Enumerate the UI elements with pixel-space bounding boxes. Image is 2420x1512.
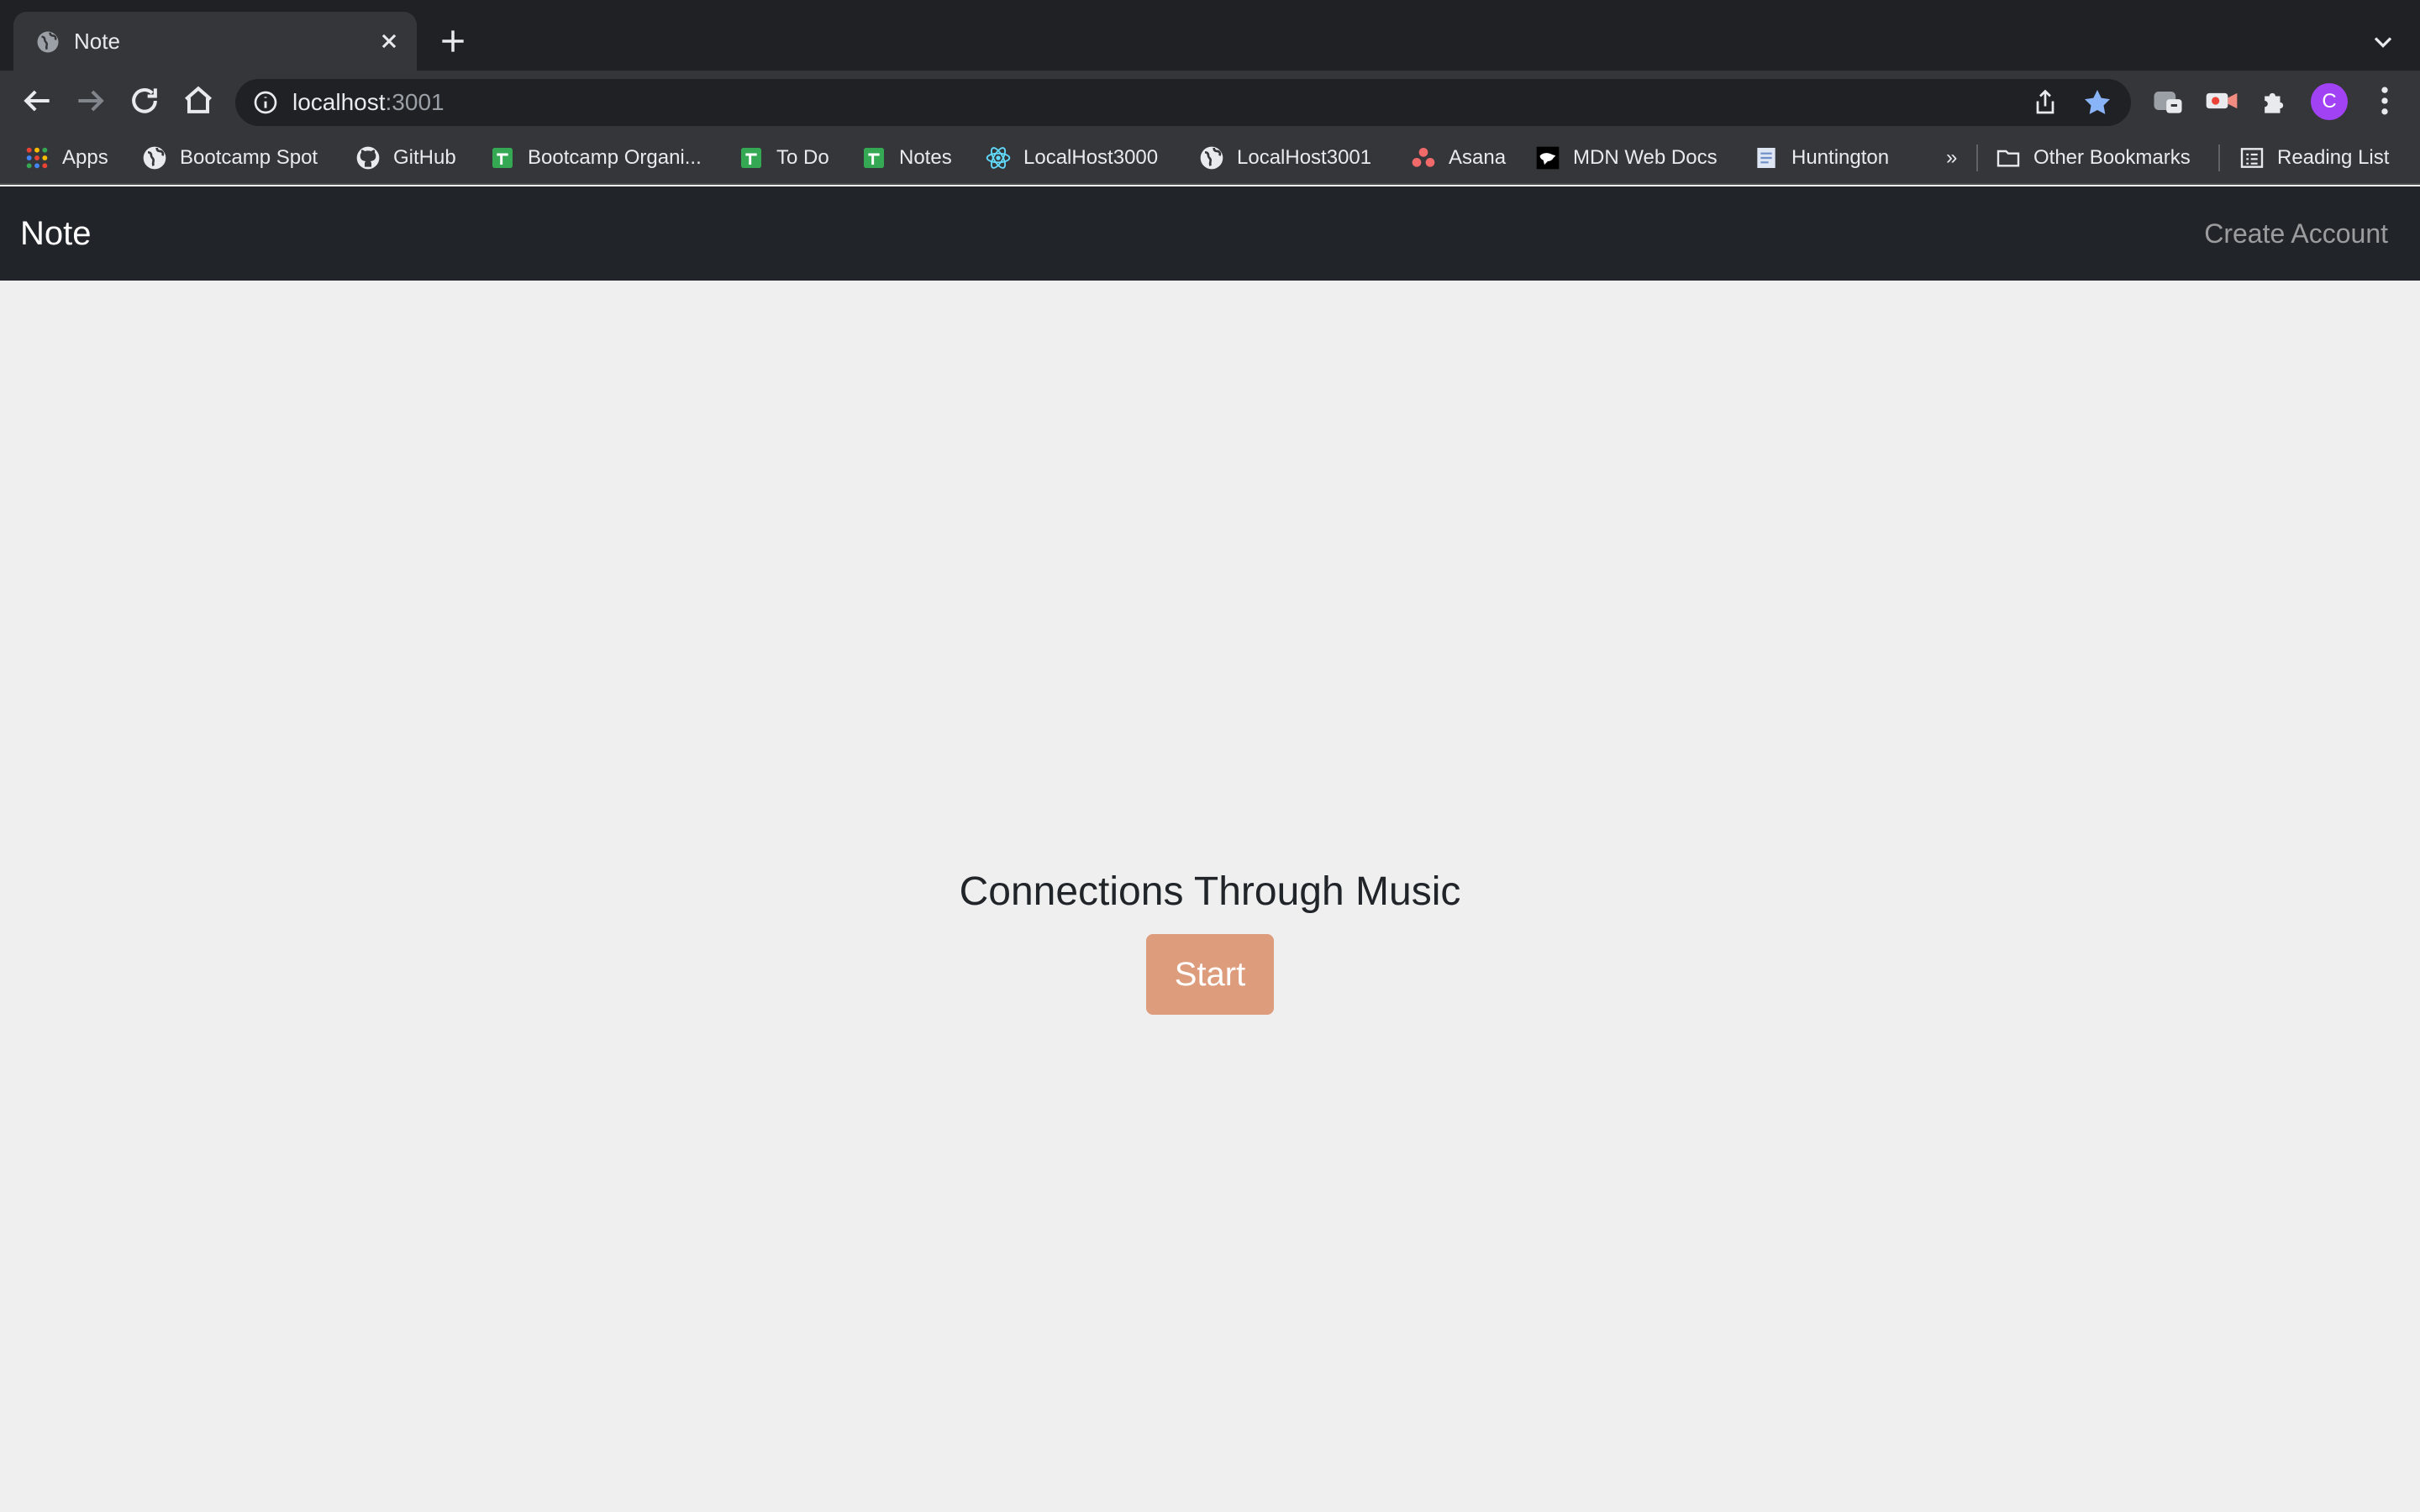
globe-icon [1200,146,1223,170]
apps-grid-icon [26,147,48,169]
start-button[interactable]: Start [1146,934,1274,1015]
back-arrow-icon[interactable] [18,82,55,119]
bookmark-huntington[interactable]: Huntington [1753,143,1889,173]
bookmark-github[interactable]: GitHub [355,143,456,173]
browser-toolbar: localhost:3001 C [0,71,2420,131]
bookmark-apps[interactable]: Apps [24,143,108,173]
close-icon[interactable] [375,27,403,55]
bookmark-label: LocalHost3000 [1023,146,1159,169]
overflow-chevron-icon: » [1946,146,1958,169]
bookmark-other-bookmarks[interactable]: Other Bookmarks [1995,143,2191,173]
url-port: :3001 [385,89,445,115]
site-brand[interactable]: Note [20,213,92,254]
bookmark-bootcamp-organizer[interactable]: Bootcamp Organi... [489,143,702,173]
extension-incognito-icon[interactable] [2149,82,2186,119]
bookmark-label: Huntington [1791,146,1890,169]
bookmark-asana[interactable]: Asana [1410,143,1506,173]
bookmarks-divider [2218,144,2220,171]
url-host: localhost [292,89,386,115]
kebab-menu-icon[interactable] [2366,82,2403,119]
bookmark-label: Bootcamp Organi... [528,146,702,169]
bookmark-label: Other Bookmarks [2033,146,2191,169]
bookmarks-divider [1976,144,1978,171]
globe-icon [37,31,59,53]
github-icon [356,146,380,170]
bookmark-label: To Do [776,146,829,169]
bookmark-label: Reading List [2277,146,2390,169]
chevron-down-icon[interactable] [2368,27,2398,57]
bookmark-bootcamp-spot[interactable]: Bootcamp Spot [141,143,318,173]
address-bar[interactable]: localhost:3001 [235,79,2131,126]
bookmark-mdn-web-docs[interactable]: MDN Web Docs [1534,143,1718,173]
bookmarks-bar: Apps Bootcamp Spot GitHub Bootcamp Organ… [0,131,2420,185]
hero-headline: Connections Through Music [959,869,1461,914]
globe-icon [143,146,166,170]
reading-list-icon [2240,148,2264,168]
bookmark-label: Bootcamp Spot [180,146,318,169]
asana-icon [1412,148,1435,167]
sheets-icon [741,148,761,168]
bookmark-localhost3000[interactable]: LocalHost3000 [985,143,1158,173]
new-tab-plus-icon[interactable] [437,25,469,57]
bookmark-label: GitHub [393,146,456,169]
share-icon[interactable] [2030,87,2060,118]
bookmark-label: Notes [899,146,952,169]
bookmark-to-do[interactable]: To Do [738,143,829,173]
bookmark-label: LocalHost3001 [1237,146,1372,169]
bookmark-label: Apps [62,146,108,169]
bookmark-label: MDN Web Docs [1573,146,1718,169]
profile-avatar[interactable]: C [2311,83,2348,120]
main-content: Connections Through Music Start [0,281,2420,1512]
bookmark-star-icon[interactable] [2081,86,2114,119]
info-icon[interactable] [252,89,279,116]
sheets-icon [864,148,884,168]
bookmark-localhost3001[interactable]: LocalHost3001 [1198,143,1371,173]
browser-tab[interactable]: Note [13,12,417,71]
sheets-icon [492,148,513,168]
home-icon[interactable] [180,82,217,119]
extensions-puzzle-icon[interactable] [2257,82,2294,119]
tab-title: Note [74,29,120,54]
url-text: localhost:3001 [292,89,445,116]
forward-arrow-icon[interactable] [72,82,109,119]
bookmark-label: Asana [1449,146,1507,169]
bookmark-notes[interactable]: Notes [860,143,952,173]
reload-icon[interactable] [126,82,163,119]
mdn-icon [1536,146,1560,170]
bookmarks-overflow-button[interactable]: » [1946,143,1957,173]
document-icon [1757,148,1776,168]
create-account-link[interactable]: Create Account [2204,217,2388,250]
extension-recorder-icon[interactable] [2203,82,2240,119]
react-icon [986,147,1011,169]
site-navbar: Note Create Account [0,186,2420,281]
folder-icon [1996,150,2020,167]
tab-strip: Note [0,0,2420,71]
reading-list-button[interactable]: Reading List [2238,143,2389,173]
